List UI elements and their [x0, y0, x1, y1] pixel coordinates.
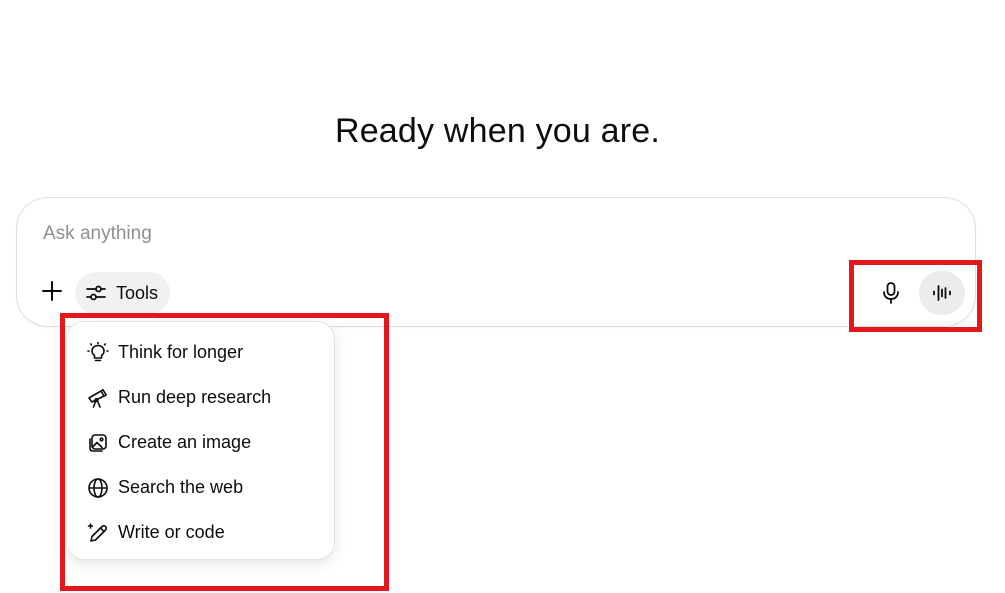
- menu-item-write-or-code[interactable]: Write or code: [67, 510, 334, 555]
- microphone-icon: [880, 281, 902, 305]
- prompt-input[interactable]: [43, 218, 943, 250]
- image-icon: [86, 431, 110, 455]
- voice-waveform-icon: [931, 282, 953, 304]
- menu-item-think-for-longer[interactable]: Think for longer: [67, 330, 334, 375]
- add-attachment-button[interactable]: [37, 276, 67, 306]
- plus-icon: [41, 280, 63, 302]
- menu-item-label: Search the web: [118, 477, 244, 497]
- menu-item-label: Think for longer: [118, 342, 244, 362]
- globe-icon: [86, 476, 110, 500]
- tools-button[interactable]: Tools: [75, 272, 171, 314]
- menu-item-label: Run deep research: [118, 387, 272, 407]
- tools-button-label: Tools: [116, 282, 159, 303]
- telescope-icon: [86, 386, 110, 410]
- tools-menu: Think for longer Run deep research Creat…: [66, 321, 335, 560]
- page-heading: Ready when you are.: [334, 112, 661, 150]
- chat-page: Ready when you are. Tools: [0, 0, 1005, 593]
- menu-item-create-an-image[interactable]: Create an image: [67, 420, 334, 465]
- lightbulb-icon: [86, 341, 110, 365]
- pencil-sparkle-icon: [86, 521, 110, 545]
- prompt-composer: Tools: [16, 197, 976, 327]
- menu-item-label: Create an image: [118, 432, 252, 452]
- dictate-button[interactable]: [872, 274, 910, 312]
- menu-item-label: Write or code: [118, 522, 225, 542]
- voice-mode-button[interactable]: [919, 271, 965, 315]
- sliders-icon: [85, 282, 107, 304]
- menu-item-search-the-web[interactable]: Search the web: [67, 465, 334, 510]
- menu-item-run-deep-research[interactable]: Run deep research: [67, 375, 334, 420]
